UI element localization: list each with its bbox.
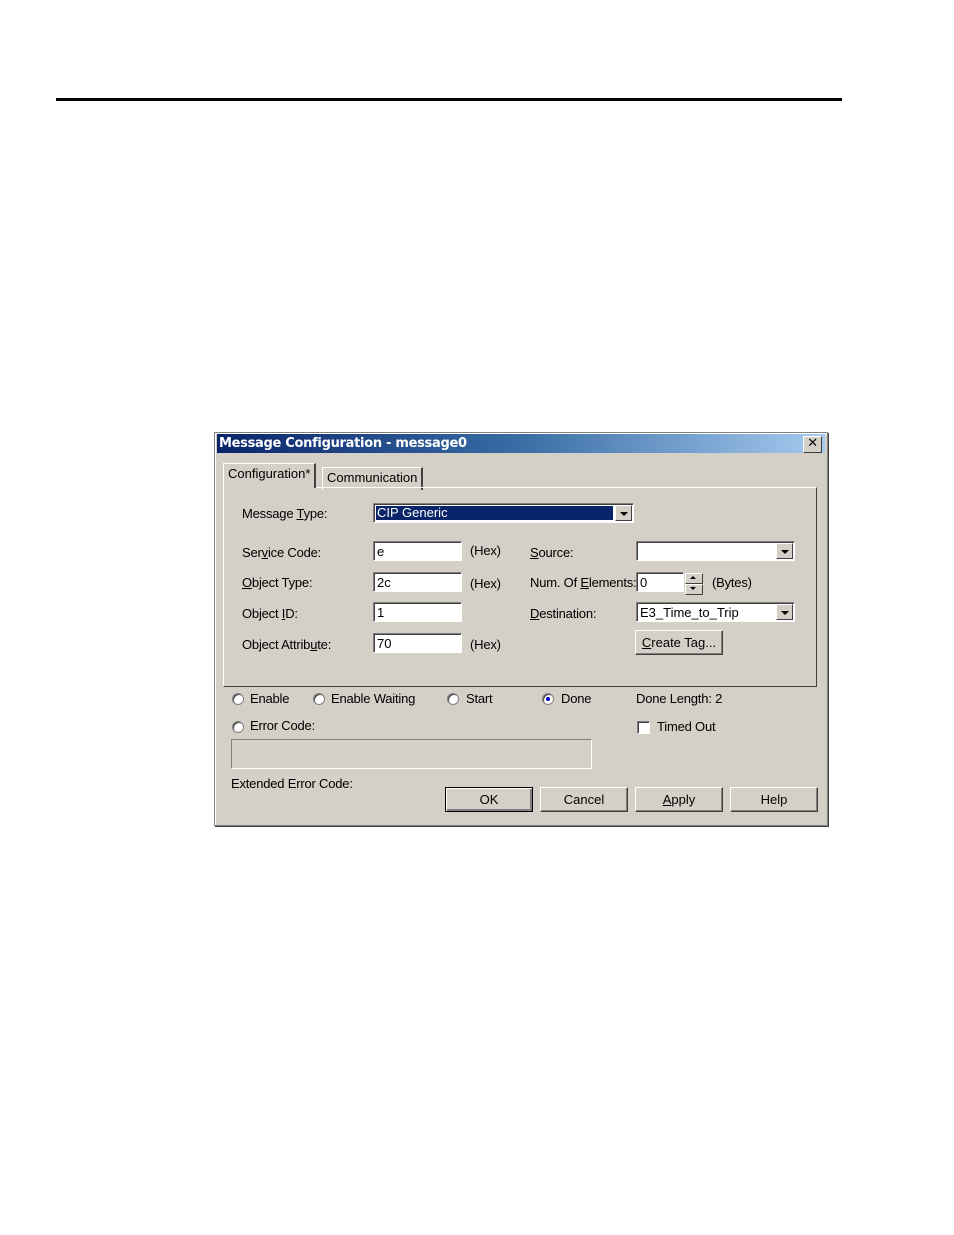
num-elements-spinner[interactable] xyxy=(685,573,703,595)
num-elements-value: 0 xyxy=(640,575,648,590)
timed-out-label: Timed Out xyxy=(657,719,716,734)
chevron-down-icon[interactable] xyxy=(776,543,793,559)
start-label: Start xyxy=(466,691,493,706)
chevron-down-icon[interactable] xyxy=(615,505,632,521)
close-icon: ✕ xyxy=(807,436,818,451)
message-type-select[interactable]: CIP Generic xyxy=(373,503,634,523)
done-radio xyxy=(542,693,554,705)
message-configuration-dialog: Message Configuration - message0 ✕ Confi… xyxy=(214,432,828,826)
spin-up-icon[interactable] xyxy=(685,573,703,584)
object-type-label: Object Type: xyxy=(242,575,313,590)
ok-button[interactable]: OK xyxy=(445,787,533,812)
enable-label: Enable xyxy=(250,691,290,706)
create-tag-button[interactable]: Create Tag... xyxy=(635,630,723,655)
message-type-label: Message Type: xyxy=(242,506,328,521)
done-label: Done xyxy=(561,691,592,706)
destination-value: E3_Time_to_Trip xyxy=(640,605,739,620)
error-code-box xyxy=(231,739,592,769)
tab-configuration-label: Configuration* xyxy=(228,466,311,481)
timed-out-checkbox xyxy=(637,721,650,734)
help-button[interactable]: Help xyxy=(730,787,818,812)
tab-configuration[interactable]: Configuration* xyxy=(223,463,317,488)
dialog-titlebar[interactable]: Message Configuration - message0 ✕ xyxy=(217,434,825,453)
enable-waiting-radio xyxy=(313,693,325,705)
service-code-input[interactable]: e xyxy=(373,541,462,561)
service-code-label: Service Code: xyxy=(242,545,322,560)
num-elements-input[interactable]: 0 xyxy=(636,572,703,595)
destination-select[interactable]: E3_Time_to_Trip xyxy=(636,602,795,622)
source-label: Source: xyxy=(530,545,574,560)
page-header-rule xyxy=(56,98,842,101)
dialog-title: Message Configuration - message0 xyxy=(219,436,467,451)
extended-error-code-label: Extended Error Code: xyxy=(231,776,353,791)
num-elements-label: Num. Of Elements: xyxy=(530,575,637,590)
done-length-value: 2 xyxy=(715,691,723,706)
service-code-hex-label: (Hex) xyxy=(470,543,501,558)
tab-communication-label: Communication xyxy=(327,470,418,485)
enable-radio xyxy=(232,693,244,705)
object-attribute-label: Object Attribute: xyxy=(242,637,332,652)
object-type-hex-label: (Hex) xyxy=(470,576,501,591)
done-length-label: Done Length: 2 xyxy=(636,691,723,706)
object-id-input[interactable]: 1 xyxy=(373,602,462,622)
chevron-down-icon[interactable] xyxy=(776,604,793,620)
object-id-label: Object ID: xyxy=(242,606,298,621)
bytes-label: (Bytes) xyxy=(712,575,752,590)
object-type-input[interactable]: 2c xyxy=(373,572,462,592)
enable-waiting-label: Enable Waiting xyxy=(331,691,416,706)
message-type-value: CIP Generic xyxy=(375,505,614,521)
start-radio xyxy=(447,693,459,705)
cancel-button[interactable]: Cancel xyxy=(540,787,628,812)
error-code-radio xyxy=(232,721,244,733)
source-select[interactable] xyxy=(636,541,795,561)
object-attribute-input[interactable]: 70 xyxy=(373,633,462,653)
error-code-label: Error Code: xyxy=(250,718,315,733)
close-button[interactable]: ✕ xyxy=(803,436,822,453)
destination-label: Destination: xyxy=(530,606,597,621)
apply-button[interactable]: Apply xyxy=(635,787,723,812)
spin-down-icon[interactable] xyxy=(685,584,703,595)
object-attribute-hex-label: (Hex) xyxy=(470,637,501,652)
